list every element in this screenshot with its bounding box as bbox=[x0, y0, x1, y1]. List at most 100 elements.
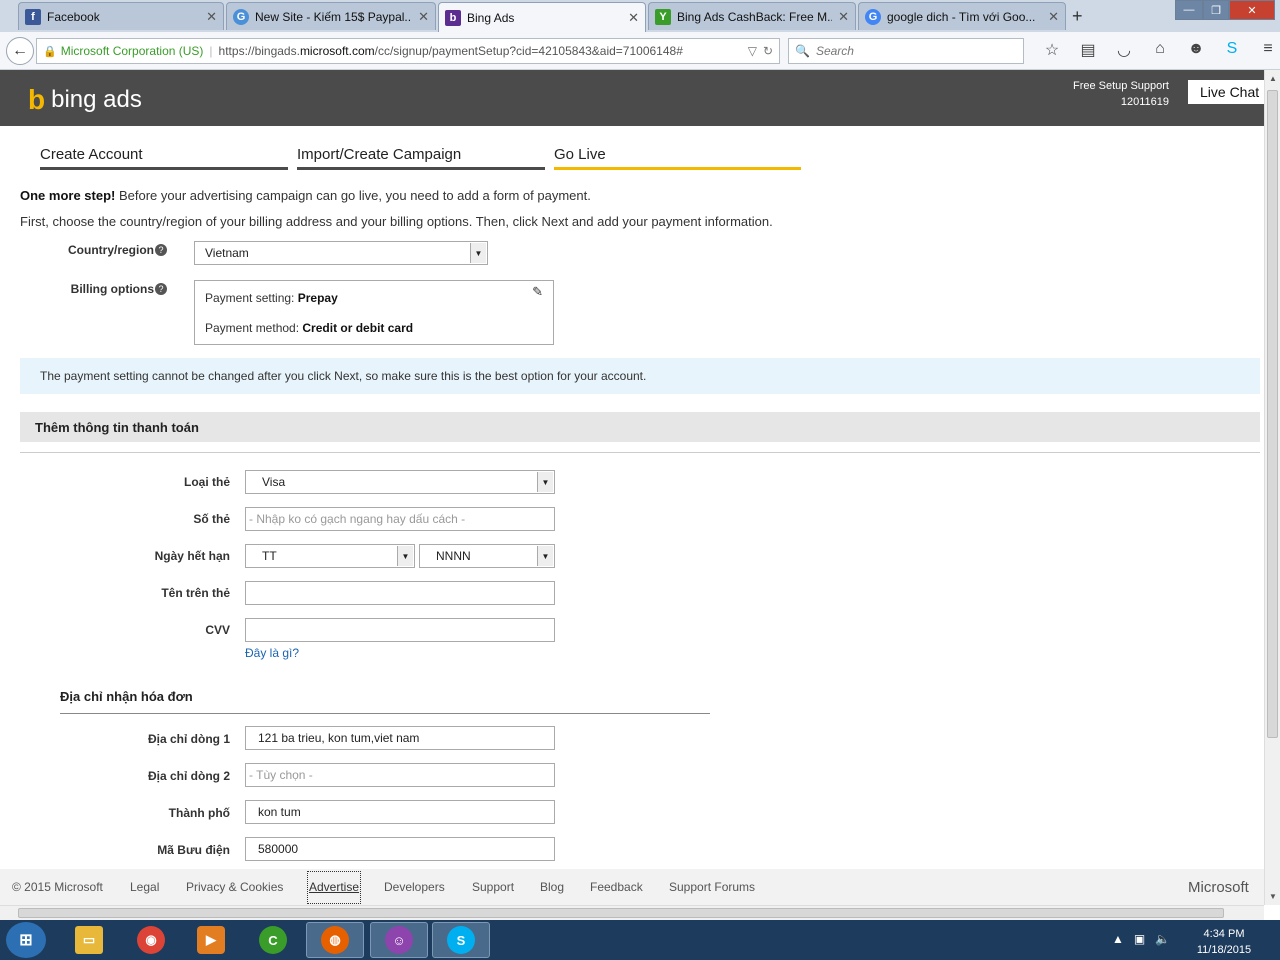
new-tab-button[interactable]: + bbox=[1072, 6, 1083, 27]
minimize-button[interactable]: — bbox=[1175, 0, 1203, 20]
taskbar-explorer[interactable]: ▭ bbox=[60, 922, 118, 958]
billing-options-label: Billing options bbox=[70, 282, 154, 296]
taskbar-media-player[interactable]: ▶ bbox=[182, 922, 240, 958]
system-tray: ▲ ▣ 🔈 bbox=[1112, 932, 1180, 946]
tab-bing-cashback[interactable]: Y Bing Ads CashBack: Free M... ✕ bbox=[648, 2, 856, 30]
card-number-input[interactable]: - Nhập ko có gạch ngang hay dấu cách - bbox=[245, 507, 555, 531]
show-hidden-icons-icon[interactable]: ▲ bbox=[1112, 932, 1124, 946]
country-value: Vietnam bbox=[205, 246, 249, 260]
windows-taskbar: ⊞ ▭ ◉ ▶ C ◍ ☺ S ▲ ▣ 🔈 4:34 PM 11/18/2015 bbox=[0, 920, 1280, 960]
close-icon[interactable]: ✕ bbox=[418, 9, 429, 25]
bing-ads-header: b bing ads Free Setup Support 12011619 L… bbox=[0, 70, 1264, 126]
cvv-help-link[interactable]: Đây là gì? bbox=[245, 646, 299, 660]
footer-link-support-forums[interactable]: Support Forums bbox=[669, 880, 755, 894]
scroll-down-icon[interactable]: ▼ bbox=[1269, 892, 1277, 901]
bing-ads-logo[interactable]: b bing ads bbox=[28, 84, 142, 116]
cvv-input[interactable] bbox=[245, 618, 555, 642]
chat-icon[interactable]: ☻ bbox=[1178, 40, 1214, 60]
close-icon[interactable]: ✕ bbox=[628, 10, 639, 26]
search-input[interactable]: 🔍 Search bbox=[788, 38, 1024, 64]
help-icon[interactable]: ? bbox=[155, 283, 167, 295]
skype-icon[interactable]: S bbox=[1214, 40, 1250, 60]
page-footer: © 2015 Microsoft Legal Privacy & Cookies… bbox=[0, 869, 1264, 905]
close-icon[interactable]: ✕ bbox=[206, 9, 217, 25]
menu-icon[interactable]: ≡ bbox=[1250, 40, 1280, 60]
expiry-month-value: TT bbox=[262, 549, 277, 563]
microsoft-logo[interactable]: Microsoft bbox=[1188, 879, 1249, 896]
system-clock[interactable]: 4:34 PM 11/18/2015 bbox=[1192, 926, 1256, 958]
country-select[interactable]: Vietnam ▼ bbox=[194, 241, 488, 265]
footer-link-support[interactable]: Support bbox=[472, 880, 514, 894]
chrome-icon: ◉ bbox=[137, 926, 165, 954]
bookmark-star-icon[interactable]: ☆ bbox=[1034, 40, 1070, 60]
vertical-scrollbar[interactable]: ▲ ▼ bbox=[1264, 70, 1280, 905]
pocket-icon[interactable]: ◡ bbox=[1106, 40, 1142, 60]
tab-google-dich[interactable]: G google dich - Tìm với Goo... ✕ bbox=[858, 2, 1066, 30]
tab-label: Bing Ads bbox=[467, 10, 515, 25]
taskbar-messenger[interactable]: ☺ bbox=[370, 922, 428, 958]
tab-bing-ads[interactable]: b Bing Ads ✕ bbox=[438, 2, 646, 32]
edit-pencil-icon[interactable]: ✎ bbox=[532, 284, 543, 300]
scrollbar-thumb[interactable] bbox=[1267, 90, 1278, 738]
scroll-up-icon[interactable]: ▲ bbox=[1269, 74, 1277, 83]
footer-link-advertise[interactable]: Advertise bbox=[307, 871, 362, 904]
expiry-month-select[interactable]: TT ▼ bbox=[245, 544, 415, 568]
close-icon[interactable]: ✕ bbox=[1048, 9, 1059, 25]
messenger-icon: ☺ bbox=[385, 926, 413, 954]
divider bbox=[20, 452, 1260, 453]
scrollbar-thumb[interactable] bbox=[18, 908, 1224, 918]
billing-options-box: Payment setting: Prepay Payment method: … bbox=[194, 280, 554, 345]
chevron-down-icon: ▼ bbox=[537, 546, 553, 566]
name-on-card-label: Tên trên thẻ bbox=[161, 586, 230, 600]
setup-support: Free Setup Support 12011619 bbox=[1073, 78, 1169, 110]
name-on-card-input[interactable] bbox=[245, 581, 555, 605]
reading-list-icon[interactable]: ▤ bbox=[1070, 40, 1106, 60]
taskbar-chrome[interactable]: ◉ bbox=[122, 922, 180, 958]
back-button[interactable]: ← bbox=[6, 37, 34, 65]
close-icon[interactable]: ✕ bbox=[838, 9, 849, 25]
url-text[interactable]: https://bingads.microsoft.com/cc/signup/… bbox=[219, 44, 748, 58]
network-icon[interactable]: ▣ bbox=[1134, 932, 1145, 946]
card-type-select[interactable]: Visa ▼ bbox=[245, 470, 555, 494]
postal-code-input[interactable]: 580000 bbox=[245, 837, 555, 861]
dropdown-icon[interactable]: ▽ bbox=[748, 44, 757, 58]
step-create-account: Create Account bbox=[40, 146, 288, 170]
navigation-bar: ← 🔒 Microsoft Corporation (US) | https:/… bbox=[0, 32, 1280, 70]
intro-instructions: First, choose the country/region of your… bbox=[20, 214, 773, 229]
footer-link-developers[interactable]: Developers bbox=[384, 880, 445, 894]
taskbar-skype[interactable]: S bbox=[432, 922, 490, 958]
address-line2-input[interactable]: - Tùy chọn - bbox=[245, 763, 555, 787]
site-icon: G bbox=[233, 8, 249, 25]
card-type-label: Loại thẻ bbox=[183, 475, 230, 489]
logo-text: bing ads bbox=[51, 86, 142, 113]
taskbar-coccoc[interactable]: C bbox=[244, 922, 302, 958]
home-icon[interactable]: ⌂ bbox=[1142, 40, 1178, 60]
tab-facebook[interactable]: f Facebook ✕ bbox=[18, 2, 224, 30]
footer-link-legal[interactable]: Legal bbox=[130, 880, 159, 894]
start-button[interactable]: ⊞ bbox=[6, 922, 46, 958]
skype-icon: S bbox=[447, 926, 475, 954]
volume-icon[interactable]: 🔈 bbox=[1155, 932, 1170, 946]
leaf-icon: Y bbox=[655, 8, 671, 25]
help-icon[interactable]: ? bbox=[155, 244, 167, 256]
address-bar[interactable]: 🔒 Microsoft Corporation (US) | https://b… bbox=[36, 38, 780, 64]
reload-icon[interactable]: ↻ bbox=[763, 44, 773, 58]
support-label: Free Setup Support bbox=[1072, 80, 1169, 92]
footer-link-feedback[interactable]: Feedback bbox=[590, 880, 643, 894]
city-input[interactable]: kon tum bbox=[245, 800, 555, 824]
close-window-button[interactable]: ✕ bbox=[1229, 0, 1275, 20]
tab-label: google dich - Tìm với Goo... bbox=[887, 9, 1036, 24]
taskbar-firefox[interactable]: ◍ bbox=[306, 922, 364, 958]
horizontal-scrollbar[interactable] bbox=[0, 905, 1264, 920]
address-line1-input[interactable]: 121 ba trieu, kon tum,viet nam bbox=[245, 726, 555, 750]
footer-link-privacy[interactable]: Privacy & Cookies bbox=[186, 880, 283, 894]
site-identity[interactable]: Microsoft Corporation (US) bbox=[61, 44, 204, 58]
expiry-year-select[interactable]: NNNN ▼ bbox=[419, 544, 555, 568]
tab-new-site[interactable]: G New Site - Kiếm 15$ Paypal... ✕ bbox=[226, 2, 436, 30]
live-chat-button[interactable]: Live Chat bbox=[1188, 80, 1264, 104]
expiry-year-value: NNNN bbox=[436, 549, 471, 563]
maximize-button[interactable]: ❐ bbox=[1203, 0, 1229, 20]
separator: | bbox=[209, 44, 213, 58]
footer-link-blog[interactable]: Blog bbox=[540, 880, 564, 894]
bing-logo-icon: b bbox=[28, 84, 46, 115]
